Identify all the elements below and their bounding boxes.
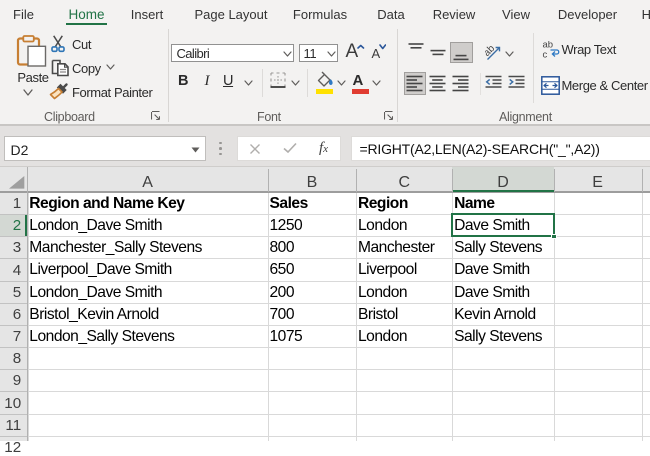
svg-text:c: c <box>543 50 548 60</box>
